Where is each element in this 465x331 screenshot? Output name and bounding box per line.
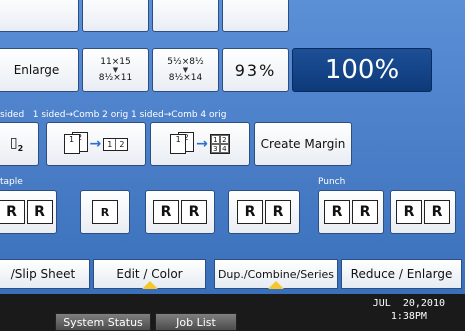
tab-edit-color-label: Edit / Color bbox=[116, 267, 183, 281]
punch-r-icon: R bbox=[352, 200, 378, 224]
create-margin-label: Create Margin bbox=[260, 137, 346, 151]
system-status-button[interactable]: System Status bbox=[55, 313, 151, 331]
punch-option-1[interactable]: R R bbox=[318, 190, 384, 234]
zoom-93-button[interactable]: 93% bbox=[222, 48, 289, 92]
staple-r-icon: R bbox=[181, 200, 207, 224]
staple-r-icon: R bbox=[153, 200, 179, 224]
staple-r-icon: R bbox=[26, 200, 53, 224]
staple-r-icon: R bbox=[237, 200, 263, 224]
size-11x15-button[interactable]: 11×15 ▼ 8½×11 bbox=[82, 48, 149, 92]
tab-dup-label: Dup./Combine/Series bbox=[217, 267, 335, 281]
punch-label: Punch bbox=[318, 177, 346, 187]
system-status-label: System Status bbox=[63, 315, 143, 329]
date-text: JUL 20,2010 bbox=[372, 298, 445, 309]
job-list-label: Job List bbox=[176, 315, 216, 329]
clock-display: JUL 20,2010 1:38PM bbox=[373, 297, 445, 323]
punch-r-icon: R bbox=[424, 200, 450, 224]
staple-label: taple bbox=[0, 177, 23, 187]
top-button-4[interactable] bbox=[222, 0, 289, 32]
zoom-93-label: 93% bbox=[234, 60, 277, 80]
staple-r-icon: R bbox=[265, 200, 291, 224]
size-11x15-label: 11×15 ▼ 8½×11 bbox=[99, 57, 132, 83]
staple-r-icon: R bbox=[0, 200, 25, 224]
zoom-100-label: 100% bbox=[324, 55, 400, 85]
copy-panel: Enlarge 11×15 ▼ 8½×11 5½×8½ ▼ 8½×14 93% … bbox=[0, 0, 465, 294]
tab-indicator-icon bbox=[141, 281, 158, 289]
staple-option-3[interactable]: R R bbox=[145, 190, 215, 234]
combine-2-icon: 12 → 12 bbox=[63, 132, 129, 154]
tab-edit-color[interactable]: Edit / Color bbox=[93, 259, 206, 289]
tab-slip-sheet-label: /Slip Sheet bbox=[10, 267, 76, 281]
punch-r-icon: R bbox=[396, 200, 422, 224]
tab-slip-sheet[interactable]: /Slip Sheet bbox=[0, 259, 90, 289]
size-5x8-button[interactable]: 5½×8½ ▼ 8½×14 bbox=[152, 48, 219, 92]
time-text: 1:38PM bbox=[390, 311, 427, 322]
punch-r-icon: R bbox=[324, 200, 350, 224]
staple-option-2[interactable]: R bbox=[80, 190, 130, 234]
tab-dup-combine-series[interactable]: Dup./Combine/Series bbox=[214, 259, 338, 289]
punch-option-2[interactable]: R R bbox=[390, 190, 456, 234]
size-bottom: 8½×14 bbox=[168, 73, 203, 83]
combine-4-icon: 12 → 1234 bbox=[170, 132, 230, 154]
job-list-button[interactable]: Job List bbox=[155, 313, 237, 331]
tab-reduce-label: Reduce / Enlarge bbox=[350, 267, 453, 281]
size-bottom: 8½×11 bbox=[98, 73, 133, 83]
zoom-100-button[interactable]: 100% bbox=[292, 48, 432, 92]
staple-option-4[interactable]: R R bbox=[228, 190, 300, 234]
enlarge-label: Enlarge bbox=[13, 63, 60, 77]
top-button-1[interactable] bbox=[0, 0, 79, 32]
top-button-3[interactable] bbox=[152, 0, 219, 32]
combine-4-button[interactable]: 12 → 1234 bbox=[150, 122, 250, 166]
duplex-icon: ▯2 bbox=[9, 135, 24, 153]
top-button-2[interactable] bbox=[82, 0, 149, 32]
staple-option-1[interactable]: R R bbox=[0, 190, 57, 234]
enlarge-button[interactable]: Enlarge bbox=[0, 48, 79, 92]
combine-2-button[interactable]: 12 → 12 bbox=[46, 122, 146, 166]
size-5x8-label: 5½×8½ ▼ 8½×14 bbox=[167, 57, 203, 83]
combine-row-label: sided 1 sided→Comb 2 orig 1 sided→Comb 4… bbox=[0, 110, 227, 120]
tab-reduce-enlarge[interactable]: Reduce / Enlarge bbox=[341, 259, 462, 289]
duplex-button[interactable]: ▯2 bbox=[0, 122, 39, 166]
tab-indicator-icon bbox=[268, 281, 284, 289]
staple-r-icon: R bbox=[92, 200, 118, 224]
create-margin-button[interactable]: Create Margin bbox=[254, 122, 352, 166]
